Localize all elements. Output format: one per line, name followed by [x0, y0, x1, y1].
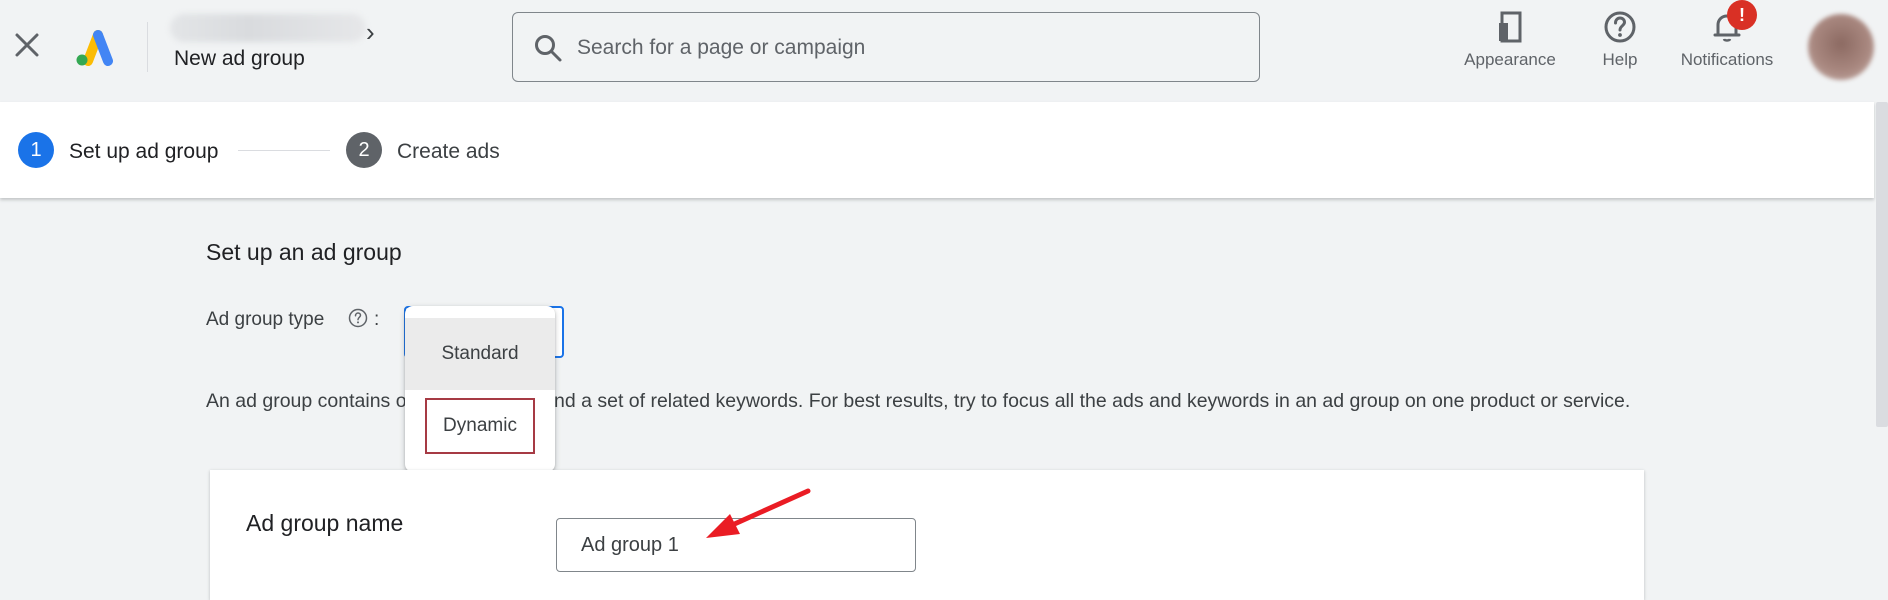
annotation-arrow-icon: [706, 488, 811, 538]
appearance-icon: [1499, 11, 1522, 43]
ad-group-name-label: Ad group name: [246, 510, 404, 536]
step-1-label[interactable]: Set up ad group: [69, 140, 218, 164]
step-2-number: 2: [346, 132, 382, 168]
appearance-label: Appearance: [1464, 50, 1556, 69]
step-2-label[interactable]: Create ads: [397, 140, 500, 164]
option-standard[interactable]: Standard: [405, 318, 555, 390]
option-dynamic[interactable]: Dynamic: [425, 398, 535, 454]
account-name-blurred[interactable]: [170, 14, 366, 42]
page-title: New ad group: [174, 47, 305, 70]
help-label: Help: [1602, 50, 1638, 69]
ad-group-type-dropdown: Standard Dynamic: [405, 306, 555, 472]
header-divider: [147, 22, 148, 72]
appearance-button[interactable]: Appearance: [1458, 10, 1562, 74]
notification-badge: !: [1727, 0, 1757, 30]
notifications-label: Notifications: [1680, 50, 1774, 69]
avatar[interactable]: [1808, 14, 1874, 80]
ad-group-name-card: Ad group name: [210, 470, 1644, 600]
search-input[interactable]: [575, 13, 1239, 83]
step-connector: [238, 150, 330, 151]
search-box[interactable]: [512, 12, 1260, 83]
question-mark-help-icon[interactable]: [348, 308, 368, 328]
close-icon[interactable]: [12, 30, 42, 60]
stepper-bar: 1 Set up ad group 2 Create ads: [0, 102, 1874, 198]
breadcrumb-chevron-icon: ›: [366, 17, 375, 47]
step-1-number: 1: [18, 132, 54, 168]
search-icon: [533, 33, 563, 63]
section-title: Set up an ad group: [206, 239, 402, 265]
google-ads-logo-icon: [74, 27, 118, 67]
type-label-colon: :: [374, 309, 380, 330]
page-scrollbar[interactable]: [1876, 102, 1888, 427]
help-button[interactable]: Help: [1596, 10, 1644, 74]
ad-group-type-label: Ad group type: [206, 309, 325, 330]
help-icon: [1604, 11, 1636, 43]
